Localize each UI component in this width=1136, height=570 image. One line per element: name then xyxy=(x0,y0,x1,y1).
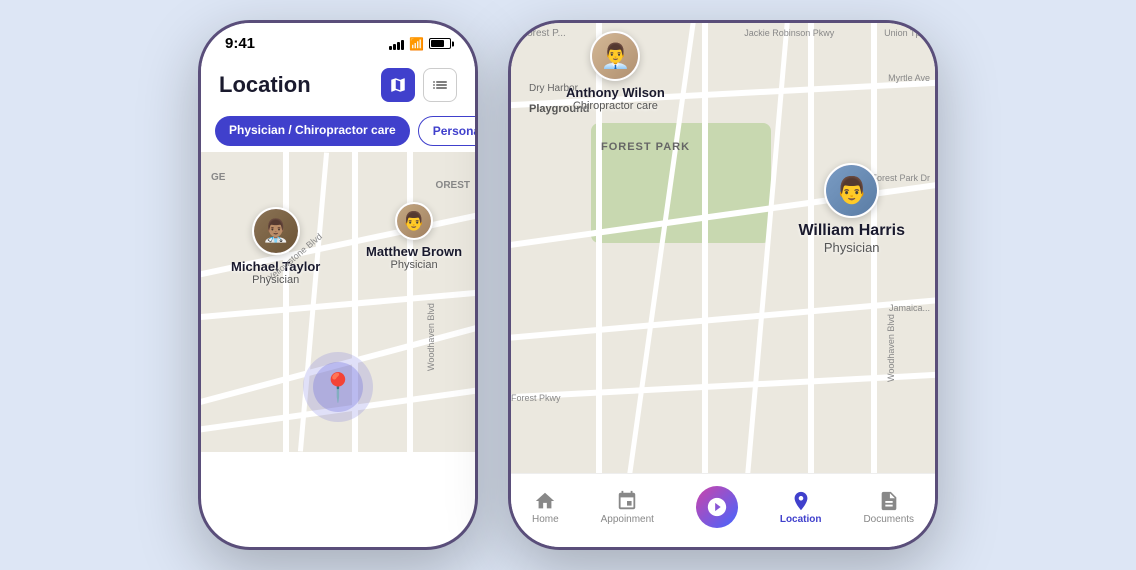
doctor-specialty-william: Physician xyxy=(824,240,880,255)
center-icon xyxy=(706,496,728,518)
center-button[interactable] xyxy=(696,486,738,528)
calendar-icon xyxy=(616,490,638,512)
app-header: Location xyxy=(201,58,475,110)
avatar-william: 👨 xyxy=(824,163,879,218)
status-icons: 📶 xyxy=(389,37,451,51)
map-label-myrtle: Myrtle Ave xyxy=(888,73,930,83)
map-icon xyxy=(389,76,407,94)
map-label-ge: GE xyxy=(211,172,225,183)
nav-label-home: Home xyxy=(532,514,559,525)
battery-icon xyxy=(429,38,451,49)
map-area-right[interactable]: Dry Harbor Playground FOREST PARK Forest… xyxy=(511,23,935,473)
filter-physician[interactable]: Physician / Chiropractor care xyxy=(215,116,410,146)
doctor-pin-william[interactable]: 👨 William Harris Physician xyxy=(798,163,905,255)
nav-label-documents: Documents xyxy=(863,514,914,525)
phone-left: 9:41 📶 Location xyxy=(198,20,478,550)
pin-icon: 📍 xyxy=(321,371,356,404)
map-label-forest-pkwy: Forest Pkwy xyxy=(511,393,561,403)
doctor-pin-matthew[interactable]: 👨 Matthew Brown Physician xyxy=(366,202,462,271)
map-label-jackie-robinson: Jackie Robinson Pkwy xyxy=(744,28,834,38)
doctor-name-william: William Harris xyxy=(798,222,905,240)
map-label-orest: OREST xyxy=(436,180,470,191)
nav-item-center[interactable] xyxy=(688,482,746,532)
nav-label-appointment: Appoinment xyxy=(601,514,654,525)
nav-item-location[interactable]: Location xyxy=(772,486,830,529)
avatar-michael: 👨🏽‍⚕️ xyxy=(252,207,300,255)
map-area-left[interactable]: 👨🏽‍⚕️ Michael Taylor Physician 👨 Matthew… xyxy=(201,152,475,452)
map-label-woodhaven: Woodhaven Blvd xyxy=(426,303,436,371)
doctor-specialty-matthew: Physician xyxy=(390,259,437,271)
wifi-icon: 📶 xyxy=(409,37,424,51)
nav-label-location: Location xyxy=(780,514,822,525)
map-label-woodhaven-r: Woodhaven Blvd xyxy=(886,314,896,382)
filter-bar: Physician / Chiropractor care Personal i… xyxy=(201,110,475,152)
filter-personal-injury[interactable]: Personal injury xyxy=(418,116,475,146)
map-label-top-left: Forest P... xyxy=(521,28,566,39)
bottom-nav: Home Appoinment Location Docum xyxy=(511,473,935,544)
nav-item-home[interactable]: Home xyxy=(524,486,567,529)
map-label-jamaica: Jamaica... xyxy=(889,303,930,313)
avatar-matthew: 👨 xyxy=(395,202,433,240)
status-time: 9:41 xyxy=(225,35,255,52)
map-background-left: 👨🏽‍⚕️ Michael Taylor Physician 👨 Matthew… xyxy=(201,152,475,452)
map-background-right: Dry Harbor Playground FOREST PARK Forest… xyxy=(511,23,935,473)
map-label-union-tpke: Union Tpke xyxy=(884,28,930,38)
avatar-anthony: 👨‍💼 xyxy=(590,31,640,81)
doctor-specialty-anthony: Chiropractor care xyxy=(573,100,658,112)
list-icon xyxy=(431,76,449,94)
pin-ripple-inner: 📍 xyxy=(313,362,363,412)
map-view-button[interactable] xyxy=(381,68,415,102)
doctor-name-matthew: Matthew Brown xyxy=(366,244,462,259)
list-view-button[interactable] xyxy=(423,68,457,102)
header-icons xyxy=(381,68,457,102)
status-bar-left: 9:41 📶 xyxy=(201,23,475,58)
map-label-forest-park: FOREST PARK xyxy=(601,141,690,153)
current-location-pin: 📍 xyxy=(303,352,373,422)
signal-icon xyxy=(389,38,404,50)
page-title: Location xyxy=(219,72,311,98)
phone-right: Dry Harbor Playground FOREST PARK Forest… xyxy=(508,20,938,550)
doctor-name-anthony: Anthony Wilson xyxy=(566,85,665,100)
home-indicator xyxy=(511,544,935,550)
nav-item-documents[interactable]: Documents xyxy=(855,486,922,529)
pin-ripple: 📍 xyxy=(303,352,373,422)
document-icon xyxy=(878,490,900,512)
nav-item-appointment[interactable]: Appoinment xyxy=(593,486,662,529)
doctor-pin-anthony[interactable]: 👨‍💼 Anthony Wilson Chiropractor care xyxy=(566,31,665,112)
home-icon xyxy=(534,490,556,512)
location-icon xyxy=(790,490,812,512)
